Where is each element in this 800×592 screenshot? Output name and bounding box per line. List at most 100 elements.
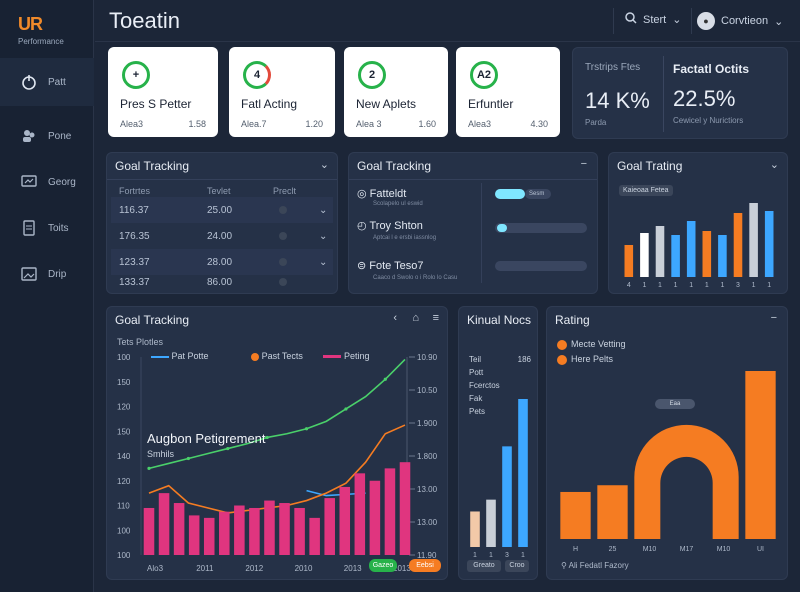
column-header: Preclt [273, 186, 297, 196]
chart-legend: Mecte Vetting Here Pelts [557, 337, 626, 367]
tick-label: 1 [674, 282, 678, 289]
list-item-sub: Aptcai l e ersbi iassnlog [373, 235, 437, 241]
sidebar-item-toits[interactable]: Toits [0, 204, 94, 252]
kpi-meta: Alea3 [468, 119, 492, 129]
sidebar-item-georg[interactable]: Georg [0, 158, 94, 206]
bar [518, 399, 528, 547]
table-row[interactable]: 133.37 86.00 [111, 269, 333, 295]
tick-label: 1 [489, 552, 493, 559]
cell: 24.00 [207, 230, 233, 242]
bar-chart: 1 1 3 1 [470, 399, 528, 559]
bar [369, 480, 381, 555]
cell: 123.37 [119, 256, 150, 268]
bar [470, 511, 480, 547]
settings-icon: ⊜ [357, 260, 367, 272]
progress-ring-icon: 2 [358, 61, 386, 89]
footer-label: Ali Fedatl Fazory [568, 561, 629, 570]
list-item-label: Fote Teso7 [369, 260, 424, 272]
point [344, 407, 348, 411]
user-menu[interactable]: ● Corvtieon ⌄ [697, 12, 783, 30]
kinual-button[interactable]: Croo [505, 560, 529, 572]
sidebar-item-label: Pone [48, 130, 72, 142]
green-button[interactable]: Gazeo [369, 559, 397, 572]
y2-tick-label: 1.800 [417, 452, 438, 461]
tick-label: 4 [627, 282, 631, 289]
sidebar-item-pone[interactable]: Pone [0, 112, 94, 160]
bar [309, 517, 320, 555]
stat-sub: Cewicel y Nurictiors [673, 116, 744, 125]
bell-icon[interactable]: ⌂ [412, 312, 419, 324]
minimize-icon[interactable]: − [581, 158, 587, 170]
chevron-down-icon[interactable]: ⌄ [770, 158, 779, 171]
minimize-icon[interactable]: − [771, 312, 777, 324]
legend-label: Here Pelts [571, 354, 614, 364]
goal-tracking-list-panel: Goal Tracking − ◎ Fatteldt Scolapelo ul … [348, 152, 598, 294]
sidebar-item-label: Georg [48, 176, 76, 188]
table-row[interactable]: 176.35 24.00 ⌄ [111, 223, 333, 249]
sidebar-item-patt[interactable]: Patt [0, 58, 94, 106]
bar [188, 515, 200, 555]
series-line [148, 358, 406, 470]
table-row[interactable]: 116.37 25.00 ⌄ [111, 197, 333, 223]
bar [143, 507, 155, 555]
chevron-down-icon[interactable]: ⌄ [319, 205, 327, 216]
page-title: Toeatin [109, 8, 180, 33]
menu-icon[interactable]: ≡ [433, 312, 439, 324]
list-item-value: 186 [517, 355, 531, 364]
kpi-card[interactable]: A2 Erfuntler Alea3 4.30 [456, 47, 560, 137]
topbar-divider [613, 8, 614, 34]
bar [486, 499, 496, 547]
topbar: Toeatin Stert ⌄ ● Corvtieon ⌄ [95, 0, 800, 42]
orange-button[interactable]: Eebsi [409, 559, 441, 572]
legend-label: Mecte Vetting [571, 339, 626, 349]
cell: 86.00 [207, 276, 233, 288]
list-item-label: Fatteldt [369, 188, 407, 200]
sidebar-item-drip[interactable]: Drip [0, 250, 94, 298]
chevron-left-icon[interactable]: ‹ [393, 312, 397, 324]
search-button[interactable]: Stert ⌄ [625, 12, 681, 27]
bar [560, 491, 591, 539]
kinual-button[interactable]: Greato [467, 560, 501, 572]
legend-swatch [557, 339, 567, 350]
avatar: ● [697, 12, 715, 30]
list-item-sub: Caaco d Swolo o i Rolo lo Casu [373, 275, 458, 281]
panel-title: Goal Tracking [115, 159, 190, 173]
bar [640, 233, 649, 277]
bar [718, 235, 727, 277]
kpi-card[interactable]: 2 New Aplets Alea 3 1.60 [344, 47, 448, 137]
tick-label: 1 [642, 282, 646, 289]
list-item-label: Fcerctos [469, 381, 500, 390]
tick-label: 1 [705, 282, 709, 289]
bar [671, 235, 680, 277]
status-dot [279, 232, 287, 240]
progress-ring-icon: + [122, 61, 150, 89]
stat-title: Trstrips Ftes [585, 62, 641, 73]
list-item[interactable]: ◴ Troy Shton [357, 219, 423, 232]
kpi-card[interactable]: + Pres S Petter Alea3 1.58 [108, 47, 218, 137]
chart-subtitle: Tets Plotles [117, 337, 164, 347]
bar [655, 226, 665, 277]
chart-annotation-title: Augbon Petigrement [147, 431, 266, 446]
tick-label: 3 [505, 552, 509, 559]
list-item[interactable]: ⊜ Fote Teso7 [357, 259, 424, 272]
kpi-card[interactable]: 4 Fatl Acting Alea.7 1.20 [229, 47, 335, 137]
bar [399, 462, 411, 555]
users-icon [20, 127, 38, 145]
bar [249, 507, 260, 555]
y2-tick-label: 10.50 [417, 386, 438, 395]
y2-tick-label: 1.900 [417, 419, 438, 428]
bar [203, 517, 215, 555]
stat-sub: Parda [585, 118, 607, 127]
document-icon [20, 219, 38, 237]
tick-label: 1 [689, 282, 693, 289]
chevron-down-icon[interactable]: ⌄ [319, 231, 327, 242]
tick-label: 25 [609, 546, 617, 553]
chevron-down-icon[interactable]: ⌄ [319, 257, 327, 268]
chevron-down-icon[interactable]: ⌄ [320, 158, 329, 171]
y-tick-label: 150 [117, 378, 131, 387]
kpi-value: 1.20 [305, 119, 323, 129]
divider [349, 179, 597, 180]
list-item[interactable]: ◎ Fatteldt [357, 187, 406, 200]
panel-title: Goal Trating [617, 159, 683, 173]
line-bar-chart: 100 150 120 150 140 120 110 100 100 10.90 10.50 1.9… [117, 353, 438, 573]
